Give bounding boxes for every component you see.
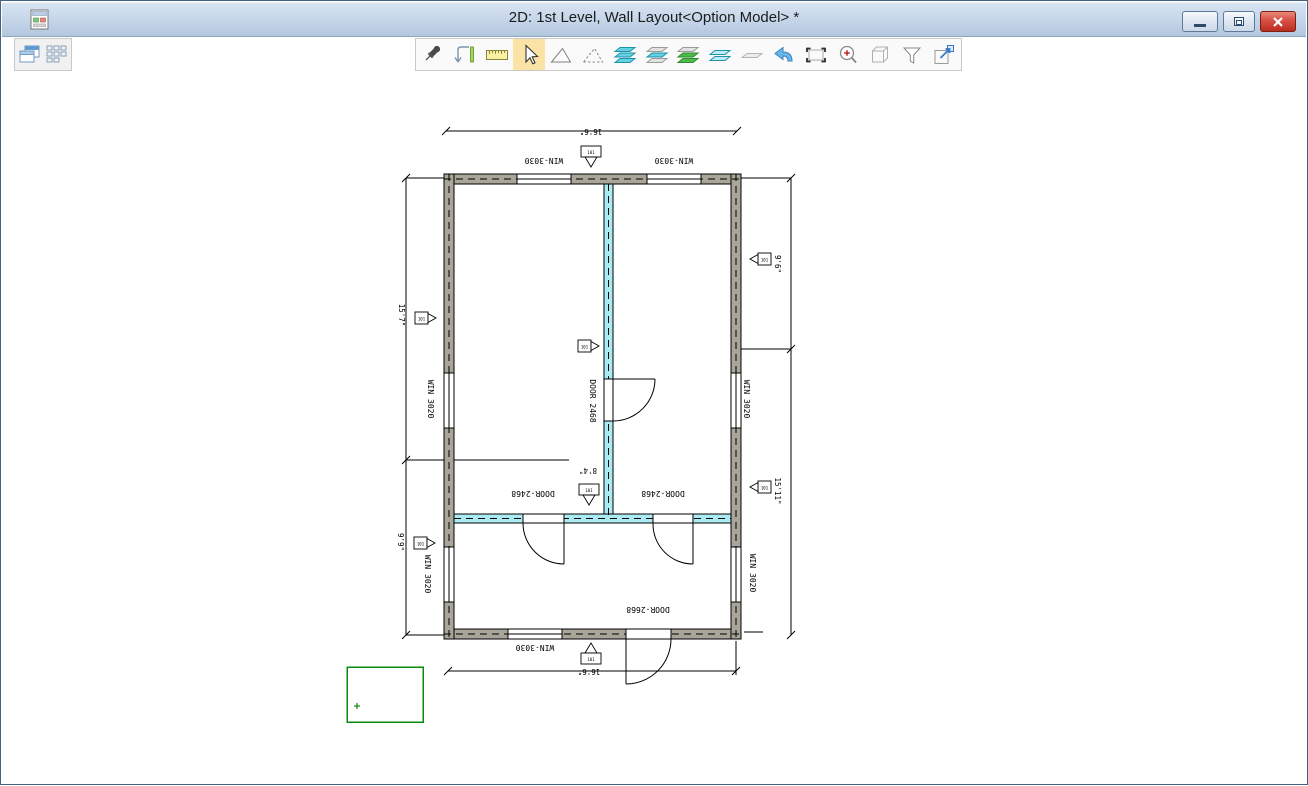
filter-button[interactable] bbox=[896, 39, 928, 70]
main-toolbar bbox=[415, 38, 962, 71]
tile-windows-button[interactable] bbox=[43, 39, 69, 70]
cascade-windows-icon bbox=[17, 42, 43, 68]
minimize-button[interactable] bbox=[1182, 11, 1218, 32]
window-controls bbox=[1182, 11, 1296, 32]
zoom-extents-button[interactable] bbox=[800, 39, 832, 70]
cascade-windows-button[interactable] bbox=[17, 39, 43, 70]
restore-button[interactable] bbox=[1223, 11, 1255, 32]
layers-stack-mixed-icon bbox=[644, 42, 670, 68]
undo-icon bbox=[771, 42, 797, 68]
window-tools-panel bbox=[14, 38, 72, 71]
view-3d-box-button[interactable] bbox=[864, 39, 896, 70]
ruler-tool-button[interactable] bbox=[481, 39, 513, 70]
close-button[interactable] bbox=[1260, 11, 1296, 32]
tile-windows-icon bbox=[43, 42, 69, 68]
layer-single-button[interactable] bbox=[736, 39, 768, 70]
open-in-new-view-icon bbox=[931, 42, 957, 68]
layers-stack-cyan-button[interactable] bbox=[609, 39, 641, 70]
filter-icon bbox=[899, 42, 925, 68]
layers-stack-green-icon bbox=[675, 42, 701, 68]
view-3d-box-icon bbox=[867, 42, 893, 68]
zoom-in-button[interactable] bbox=[832, 39, 864, 70]
triangle-tool-button[interactable] bbox=[545, 39, 577, 70]
pin-tool-button[interactable] bbox=[417, 39, 449, 70]
select-cursor-button[interactable] bbox=[513, 39, 545, 70]
layers-two-button[interactable] bbox=[704, 39, 736, 70]
pin-icon bbox=[420, 42, 446, 68]
layer-single-icon bbox=[739, 42, 765, 68]
select-cursor-icon bbox=[516, 42, 542, 68]
triangle-dashed-tool-button[interactable] bbox=[577, 39, 609, 70]
drawing-canvas[interactable] bbox=[3, 37, 1305, 782]
jog-dimension-tool-button[interactable] bbox=[449, 39, 481, 70]
minimize-icon bbox=[1194, 24, 1206, 27]
close-icon bbox=[1272, 16, 1284, 28]
triangle-icon bbox=[548, 42, 574, 68]
window-title: 2D: 1st Level, Wall Layout<Option Model>… bbox=[2, 9, 1306, 26]
layers-stack-cyan-icon bbox=[612, 42, 638, 68]
title-bar[interactable]: 2D: 1st Level, Wall Layout<Option Model>… bbox=[2, 2, 1306, 37]
app-window: 2D: 1st Level, Wall Layout<Option Model>… bbox=[0, 0, 1308, 785]
ruler-icon bbox=[484, 42, 510, 68]
jog-dimension-icon bbox=[452, 42, 478, 68]
zoom-in-icon bbox=[835, 42, 861, 68]
undo-button[interactable] bbox=[768, 39, 800, 70]
triangle-dashed-icon bbox=[580, 42, 606, 68]
open-in-new-view-button[interactable] bbox=[928, 39, 960, 70]
zoom-extents-icon bbox=[803, 42, 829, 68]
layers-two-icon bbox=[707, 42, 733, 68]
restore-icon bbox=[1234, 17, 1244, 26]
layers-stack-mixed-button[interactable] bbox=[641, 39, 673, 70]
layers-stack-green-button[interactable] bbox=[673, 39, 705, 70]
